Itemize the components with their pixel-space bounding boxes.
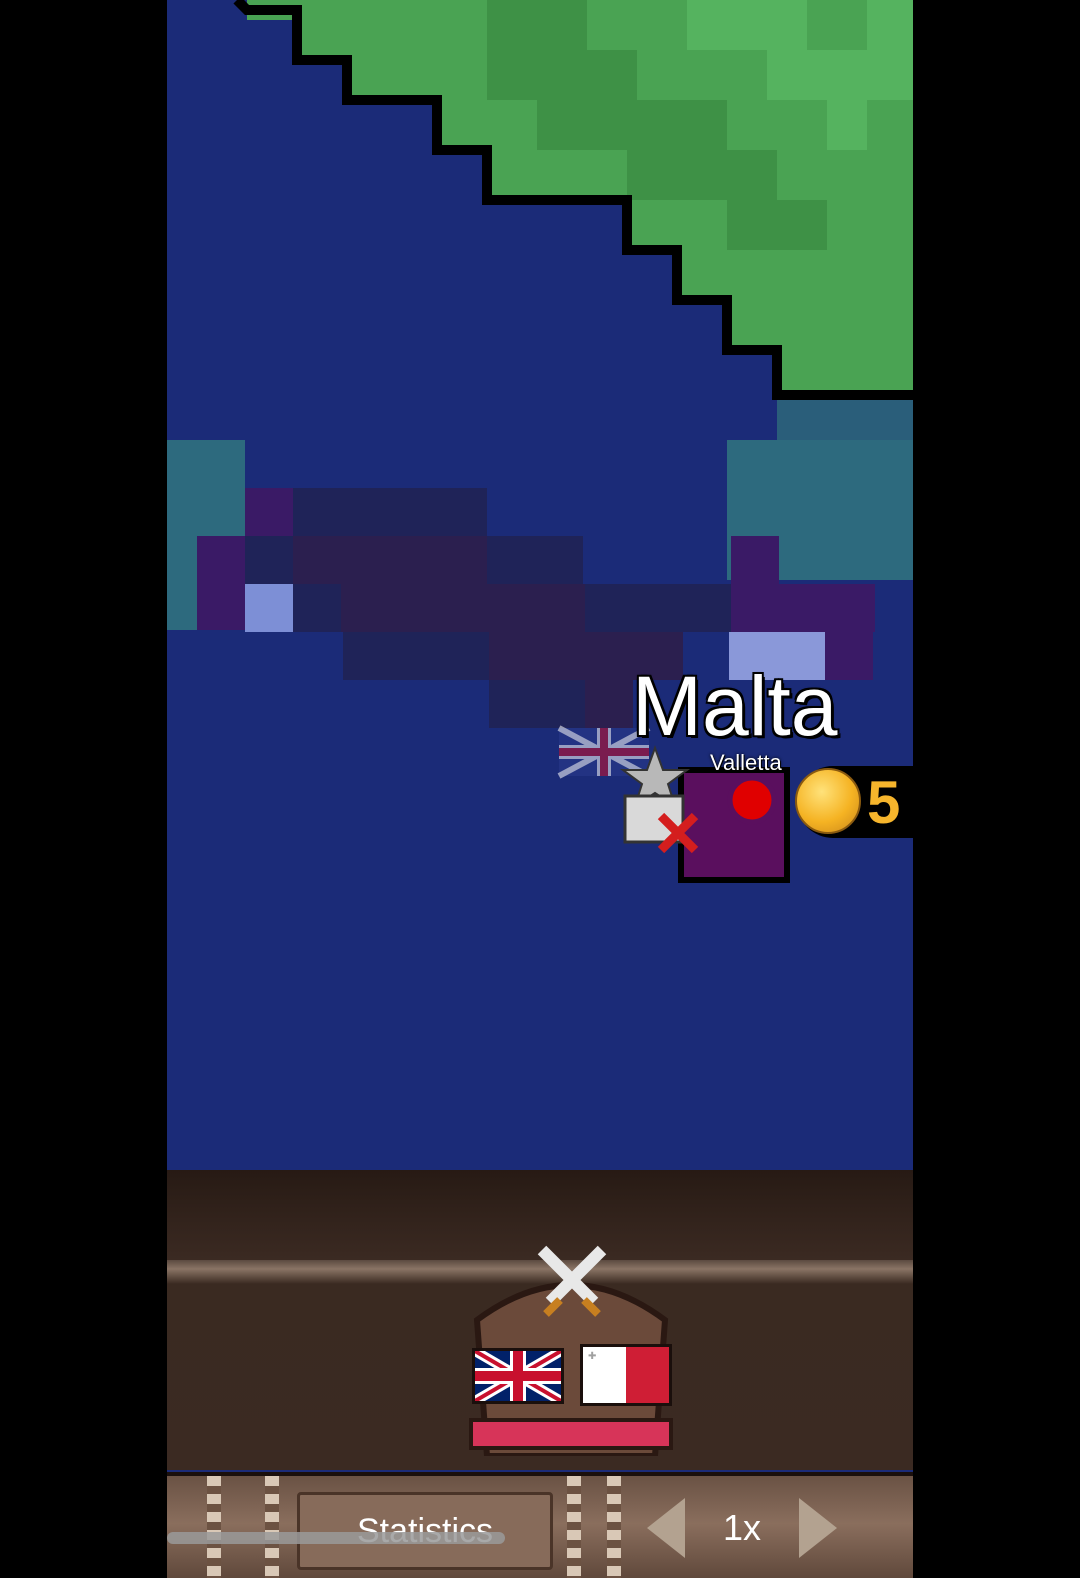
- uk-flag-icon: [472, 1348, 564, 1404]
- gold-coin-icon: [795, 768, 861, 834]
- malta-flag-icon: ✚: [580, 1344, 672, 1406]
- speed-increase-button[interactable]: [799, 1498, 837, 1558]
- bar-pillar: [265, 1476, 279, 1578]
- red-dot-icon: [727, 775, 777, 825]
- speed-decrease-button[interactable]: [647, 1498, 685, 1558]
- game-viewport[interactable]: Malta Valletta 5 ✚ Statistics 1x: [167, 0, 913, 1578]
- bottom-bar: Statistics 1x: [167, 1472, 913, 1578]
- statistics-button[interactable]: Statistics: [297, 1492, 553, 1570]
- capital-name: Valletta: [710, 750, 782, 775]
- bar-pillar: [607, 1476, 621, 1578]
- gold-count: 5: [867, 769, 901, 836]
- speed-label: 1x: [722, 1507, 762, 1548]
- crossed-swords-icon: [537, 1245, 607, 1317]
- world-map[interactable]: [167, 0, 913, 1170]
- scroll-indicator[interactable]: [167, 1532, 505, 1544]
- bar-pillar: [567, 1476, 581, 1578]
- bar-pillar: [207, 1476, 221, 1578]
- country-name[interactable]: Malta: [632, 658, 837, 755]
- war-panel: ✚: [167, 1170, 913, 1470]
